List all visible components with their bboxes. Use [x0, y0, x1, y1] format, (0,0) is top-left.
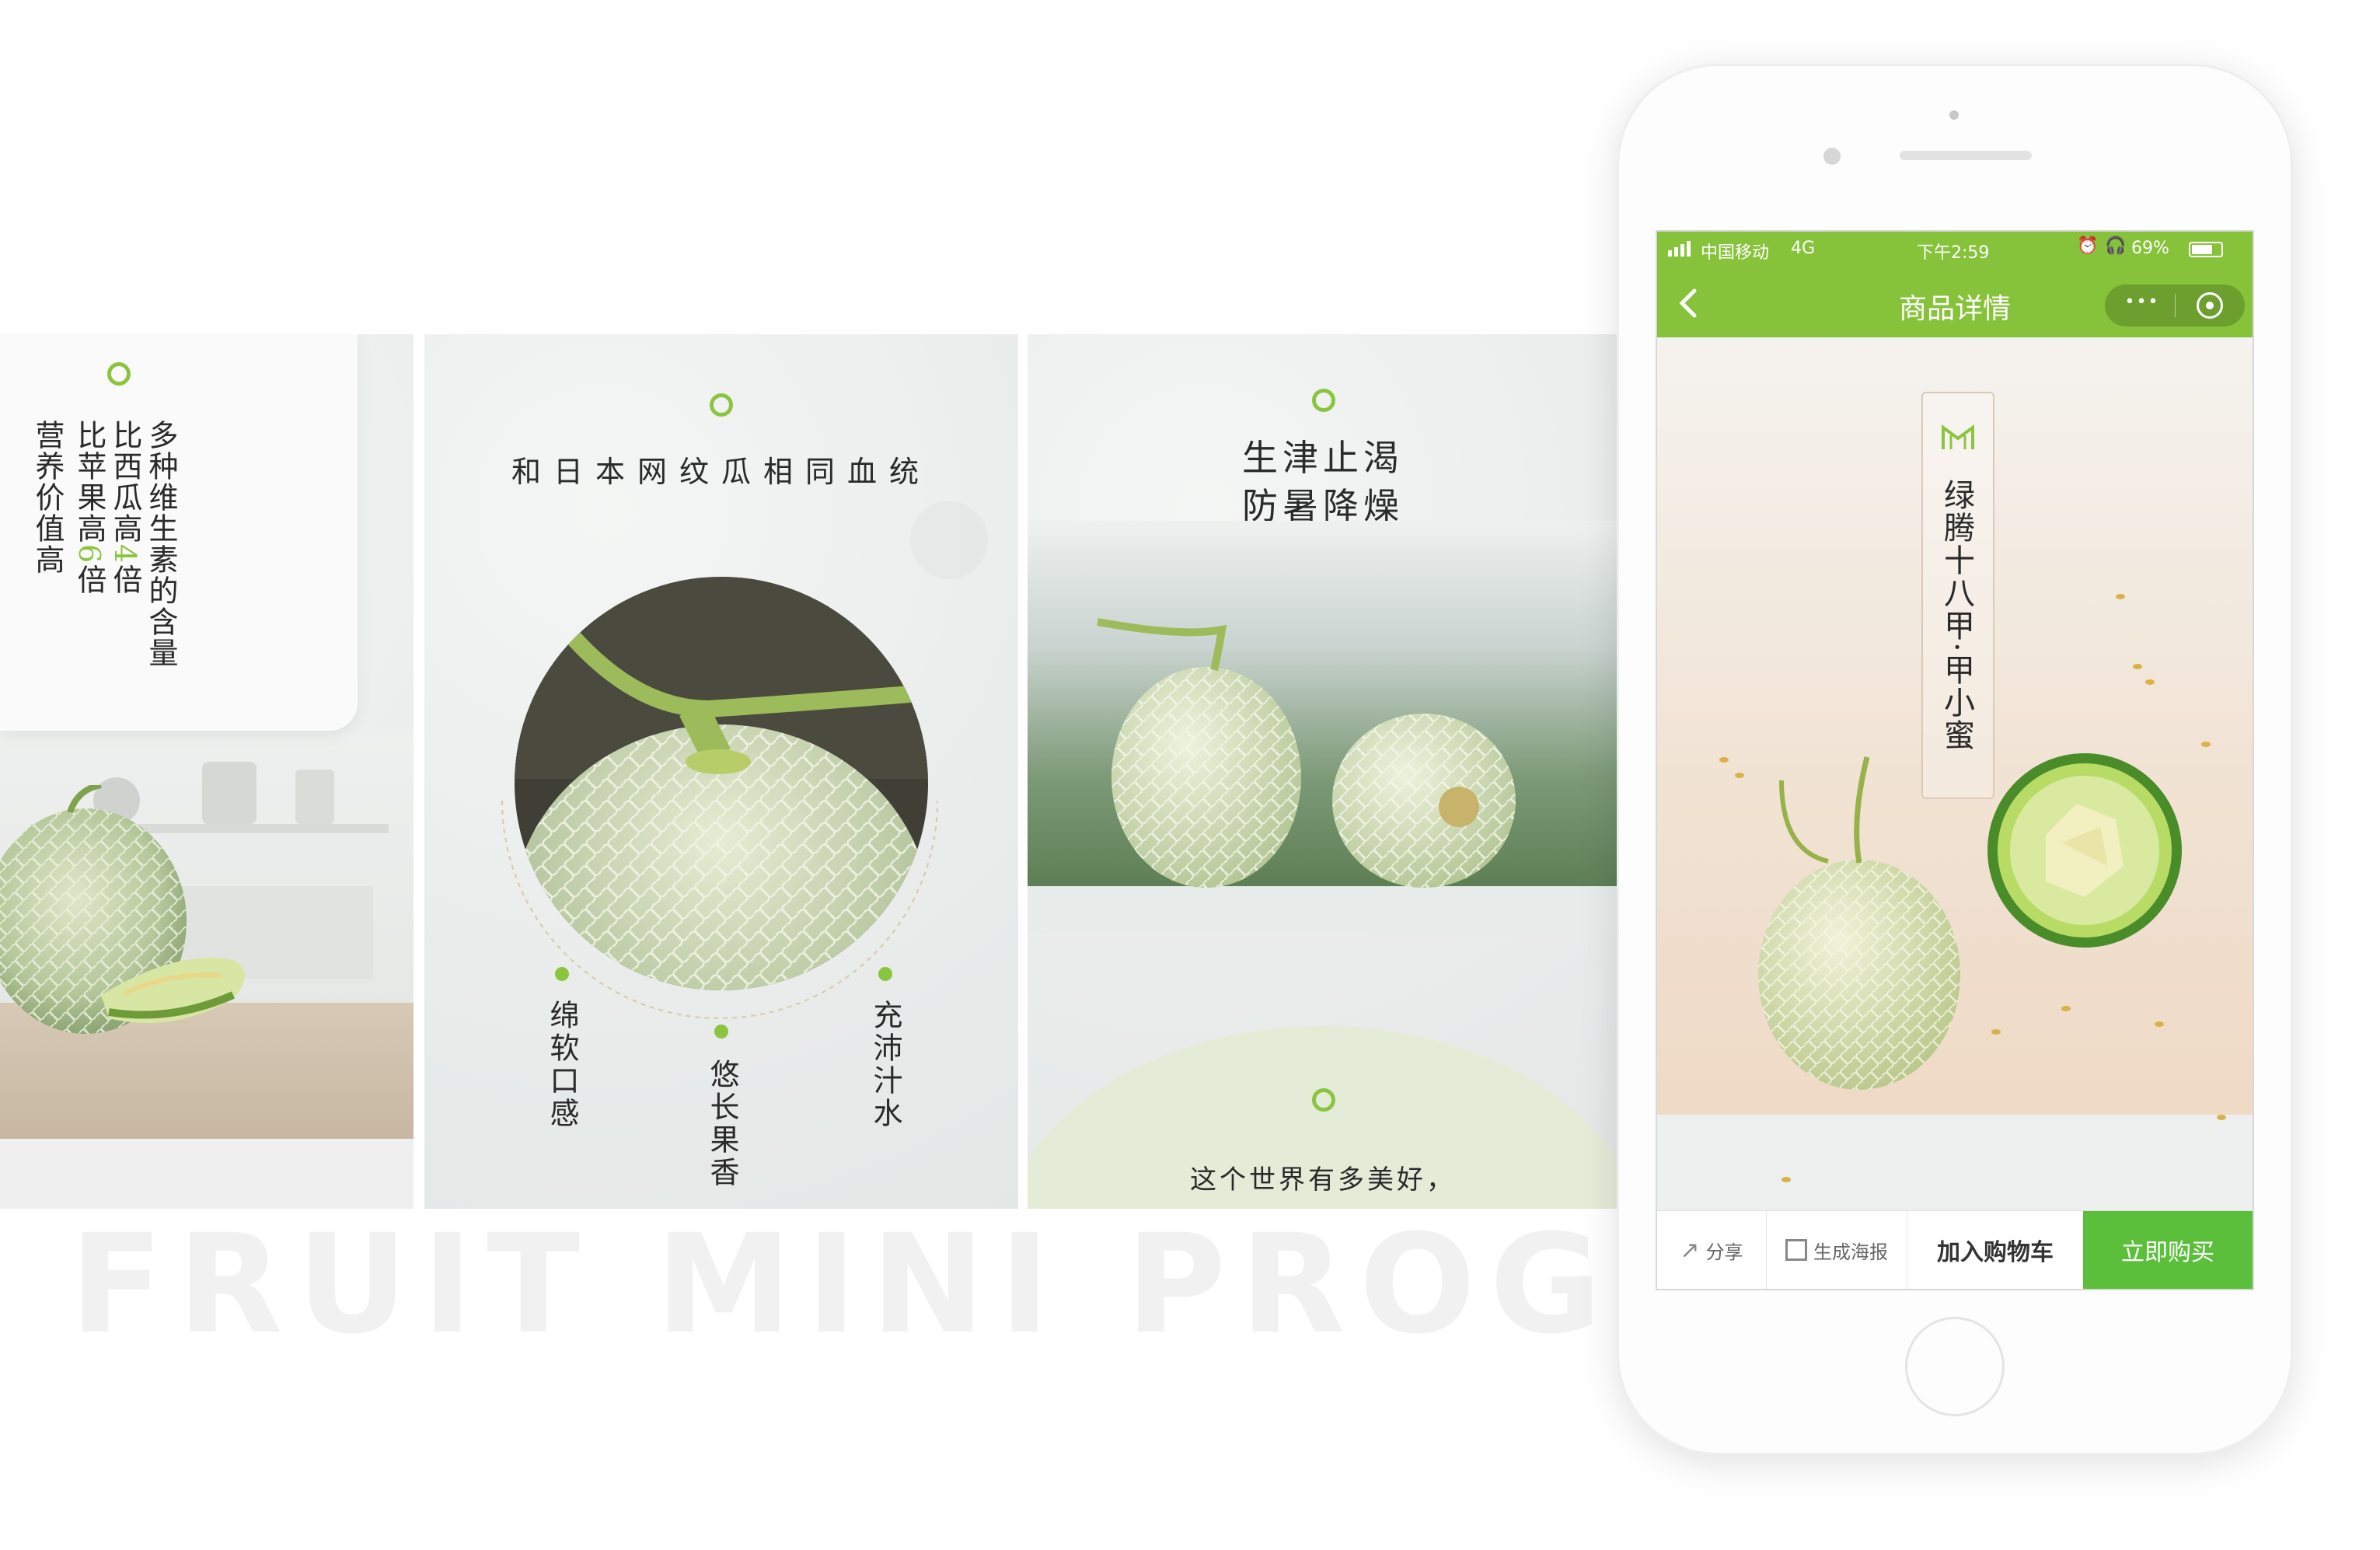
- more-button[interactable]: •••: [2119, 292, 2165, 312]
- phone-speaker: [1900, 151, 2032, 160]
- share-button[interactable]: ↗ 分享: [1657, 1211, 1767, 1289]
- ring-icon: [1312, 389, 1335, 412]
- nutrition-line-1: 营养价值高: [30, 420, 65, 575]
- panel-nutrition: 多种维生素的含量 比西瓜高4倍 比苹果高6倍 营养价值高: [0, 334, 414, 1209]
- phone-screen: 中国移动 4G 下午2:59 ⏰ 🎧 69% 商品详情 ••• 绿腾十八甲·甲小…: [1656, 230, 2254, 1290]
- network-label: 4G: [1791, 239, 1816, 258]
- signal-icon: [1668, 241, 1691, 257]
- benefits-bottom-text: 这个世界有多美好，: [1190, 1164, 1456, 1196]
- status-bar: 中国移动 4G 下午2:59 ⏰ 🎧 69%: [1657, 232, 2253, 267]
- cut-melon-image: [1987, 753, 2182, 948]
- home-button[interactable]: [1905, 1317, 2005, 1416]
- add-to-cart-button[interactable]: 加入购物车: [1907, 1211, 2083, 1289]
- melon-image: [0, 785, 245, 1034]
- ring-icon: [1312, 1088, 1335, 1112]
- action-bar: ↗ 分享 生成海报 加入购物车 立即购买: [1657, 1210, 2253, 1289]
- nutrition-line-2: 比苹果高6倍: [72, 420, 106, 596]
- brand-logo-icon: [1942, 424, 1974, 449]
- melon-closeup-image: [515, 577, 928, 990]
- buy-now-button[interactable]: 立即购买: [2083, 1211, 2253, 1289]
- time-label: 下午2:59: [1917, 243, 1990, 263]
- battery-icon: [2189, 242, 2223, 257]
- battery-label: 69%: [2131, 239, 2169, 258]
- benefits-title-line-1: 生津止渴: [1242, 437, 1404, 479]
- product-name: 绿腾十八甲·甲小蜜: [1939, 479, 1974, 752]
- nav-bar: 商品详情 •••: [1657, 267, 2253, 337]
- nutrition-card: 多种维生素的含量 比西瓜高4倍 比苹果高6倍 营养价值高: [0, 334, 358, 731]
- panel-lineage: 和日本网纹瓜相同血统 绵软口感 悠长果香 充沛汁水: [424, 334, 1018, 1209]
- capsule-menu: •••: [2105, 285, 2245, 326]
- nutrition-line-3: 比西瓜高4倍: [108, 420, 142, 596]
- close-miniprogram-button[interactable]: [2197, 292, 2223, 319]
- nutrition-line-4: 多种维生素的含量: [144, 420, 178, 669]
- feature-juicy: 充沛汁水: [868, 1000, 902, 1130]
- product-hero: 绿腾十八甲·甲小蜜: [1657, 337, 2253, 1214]
- whole-melon-image: [1758, 756, 1960, 1090]
- qr-code-icon: [1785, 1239, 1807, 1261]
- feature-lasting-aroma: 悠长果香: [705, 1059, 739, 1189]
- melon-pair-image: [1028, 521, 1618, 933]
- headphone-icon: 🎧: [2105, 236, 2127, 256]
- phone-sensor: [1823, 148, 1841, 165]
- feature-soft-texture: 绵软口感: [545, 1000, 579, 1130]
- carrier-label: 中国移动: [1701, 243, 1770, 263]
- panel-benefits: 生津止渴 防暑降燥 这个世界有多美好，: [1028, 334, 1618, 1209]
- ring-icon: [710, 393, 733, 417]
- lineage-title: 和日本网纹瓜相同血统: [511, 455, 931, 489]
- share-icon: ↗: [1680, 1236, 1700, 1264]
- generate-poster-button[interactable]: 生成海报: [1767, 1211, 1907, 1289]
- phone-camera: [1949, 110, 1959, 120]
- ring-icon: [107, 362, 131, 386]
- alarm-icon: ⏰: [2077, 236, 2099, 256]
